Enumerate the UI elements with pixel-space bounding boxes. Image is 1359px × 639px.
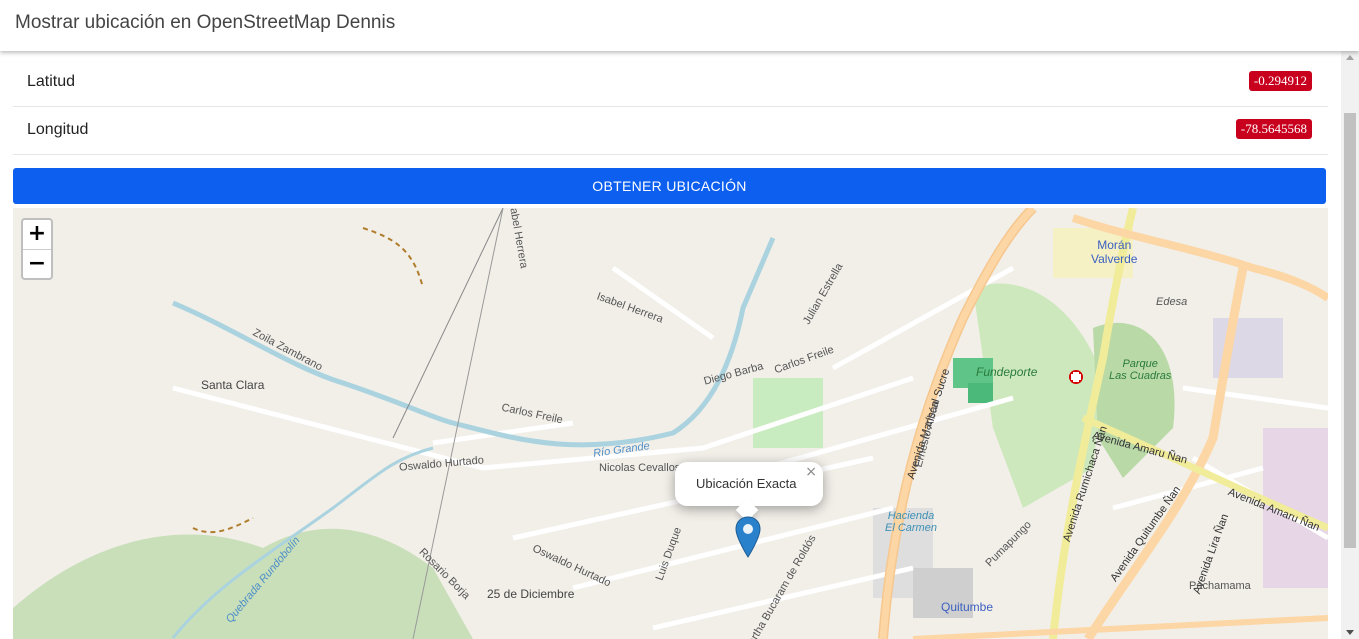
longitude-badge: -78.5645568 xyxy=(1235,119,1312,139)
app-header: Mostrar ubicación en OpenStreetMap Denni… xyxy=(0,0,1359,51)
zoom-in-button[interactable]: + xyxy=(23,220,51,249)
place-quitumbe: Quitumbe xyxy=(941,600,994,614)
place-santa-clara: Santa Clara xyxy=(201,378,265,392)
latitude-row: Latitud -0.294912 xyxy=(13,59,1328,107)
page-scrollbar[interactable] xyxy=(1341,51,1359,639)
street-pachamama: Pachamama xyxy=(1189,580,1251,592)
location-popup: Ubicación Exacta × xyxy=(675,462,823,522)
scrollbar-thumb[interactable] xyxy=(1344,113,1356,548)
get-location-button[interactable]: OBTENER UBICACIÓN xyxy=(13,168,1326,204)
place-moran-valverde: Morán Valverde xyxy=(1091,238,1138,266)
place-hacienda-el-carmen: Hacienda El Carmen xyxy=(885,510,937,534)
popup-text: Ubicación Exacta xyxy=(696,476,797,491)
zoom-out-button[interactable]: − xyxy=(23,249,51,278)
place-fundeporte: Fundeporte xyxy=(976,365,1038,379)
longitude-row: Longitud -78.5645568 xyxy=(13,107,1328,155)
popup-close-icon[interactable]: × xyxy=(805,464,817,480)
place-edesa: Edesa xyxy=(1156,296,1188,308)
street-nicolas-cevallos: Nicolas Cevallos xyxy=(599,462,681,474)
map-tiles xyxy=(13,208,1328,639)
latitude-label: Latitud xyxy=(27,73,76,90)
place-parque-las-cuadras: Parque Las Cuadras xyxy=(1109,358,1172,382)
scroll-up-icon[interactable] xyxy=(1346,55,1354,60)
longitude-label: Longitud xyxy=(27,121,89,138)
zoom-control: + − xyxy=(21,218,53,280)
main-content: Latitud -0.294912 Longitud -78.5645568 O… xyxy=(0,51,1341,639)
map-view[interactable]: + − Santa Clara 25 de Diciembre Fundepor… xyxy=(13,208,1328,639)
place-25-de-diciembre: 25 de Diciembre xyxy=(487,587,575,601)
page-title: Mostrar ubicación en OpenStreetMap Denni… xyxy=(15,12,396,33)
scroll-down-icon[interactable] xyxy=(1346,630,1354,635)
latitude-badge: -0.294912 xyxy=(1248,71,1312,91)
map-marker-icon[interactable] xyxy=(735,516,761,558)
